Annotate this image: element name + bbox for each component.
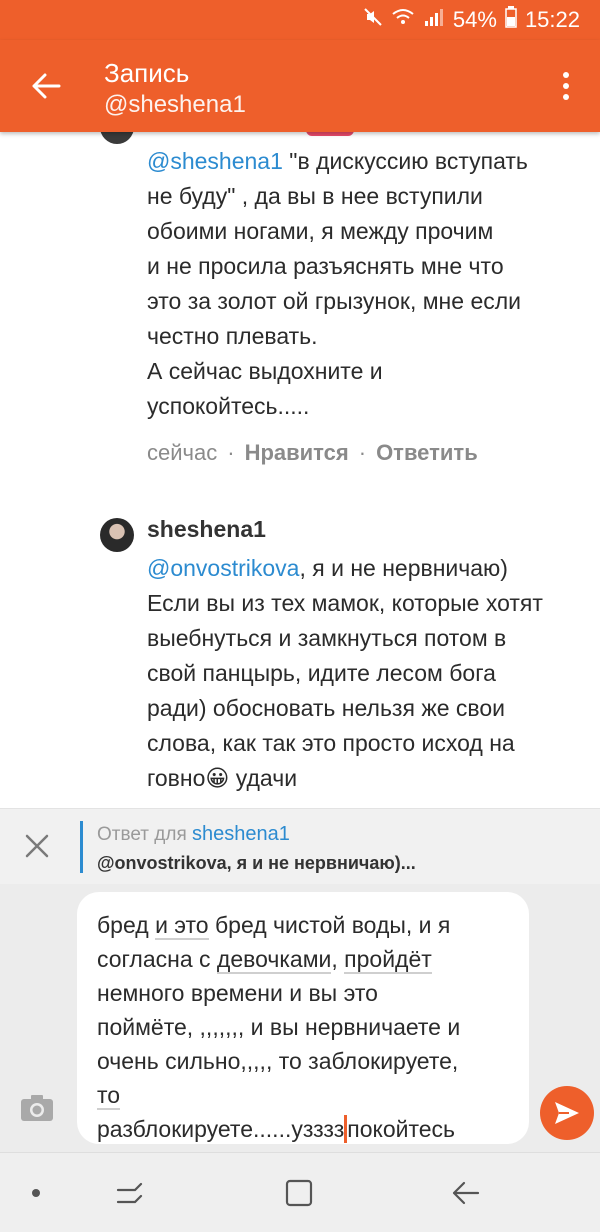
recent-apps-icon[interactable] <box>112 1175 148 1211</box>
reply-to-name: sheshena1 <box>192 823 290 845</box>
app-bar: Запись @sheshena1 <box>0 40 600 132</box>
message-input[interactable]: бред и это бред чистой воды, и я согласн… <box>77 892 529 1144</box>
comments-list[interactable]: @sheshena1 "в дискуссию вступать не буду… <box>0 132 600 808</box>
wifi-icon <box>391 7 415 33</box>
mention-link[interactable]: @onvostrikova <box>147 555 299 581</box>
app-bar-titles: Запись @sheshena1 <box>104 58 246 120</box>
reply-context-bar: Ответ для sheshena1 @onvostrikova, я и н… <box>0 808 600 884</box>
comment-meta: сейчас · Нравится · Ответить <box>147 440 478 465</box>
reply-to-label: Ответ для sheshena1 <box>97 823 290 845</box>
like-button[interactable]: Нравится <box>245 440 349 465</box>
mention-link[interactable]: @sheshena1 <box>147 148 283 174</box>
close-icon[interactable] <box>22 831 52 861</box>
reply-button[interactable]: Ответить <box>376 440 478 465</box>
back-arrow-icon[interactable] <box>28 68 64 104</box>
avatar[interactable] <box>100 132 134 144</box>
comment-time: сейчас <box>147 440 218 465</box>
composer: бред и это бред чистой воды, и я согласн… <box>0 884 600 1152</box>
battery-icon <box>505 6 517 34</box>
clock: 15:22 <box>524 7 580 32</box>
comment-body: @onvostrikova, я и не нервничаю) Если вы… <box>147 555 543 791</box>
mute-icon <box>363 7 383 33</box>
send-button[interactable] <box>540 1086 594 1140</box>
status-badge <box>306 132 354 136</box>
comment-body: @sheshena1 "в дискуссию вступать не буду… <box>147 148 528 419</box>
signal-icon <box>423 7 445 33</box>
nav-dot-icon[interactable] <box>18 1175 54 1211</box>
camera-icon[interactable] <box>20 1094 54 1122</box>
reply-quote: @onvostrikova, я и не нервничаю)... <box>97 853 416 873</box>
avatar[interactable] <box>100 518 134 552</box>
more-options-icon[interactable] <box>554 68 578 104</box>
page-subtitle: @sheshena1 <box>104 91 246 118</box>
back-icon[interactable] <box>448 1175 484 1211</box>
quote-divider <box>80 821 83 873</box>
status-bar: 54% 15:22 <box>0 0 600 40</box>
battery-percent: 54% <box>452 7 497 32</box>
comment-author[interactable]: sheshena1 <box>147 516 266 543</box>
grinning-emoji-icon: 😀 <box>205 765 230 791</box>
send-icon <box>555 1102 579 1124</box>
page-title: Запись <box>104 58 190 88</box>
home-icon[interactable] <box>281 1175 317 1211</box>
system-nav-bar <box>0 1152 600 1232</box>
